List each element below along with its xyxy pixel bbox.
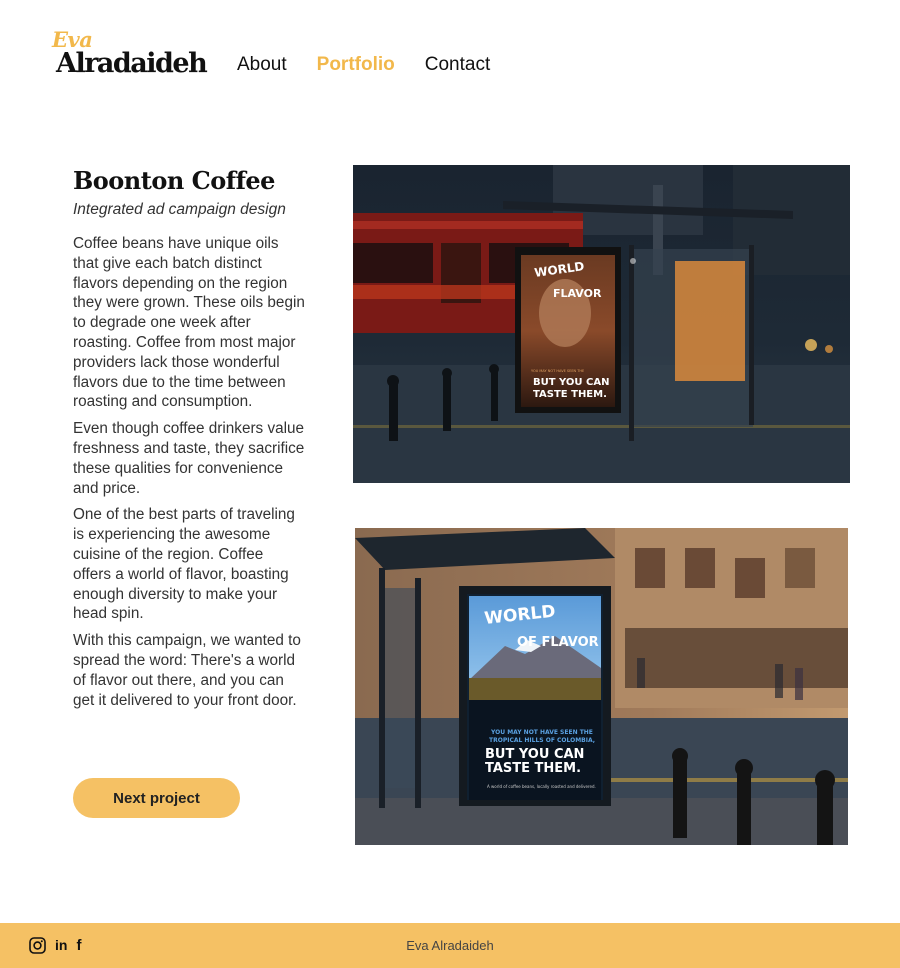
footer: in f Eva Alradaideh: [0, 923, 900, 968]
svg-text:BUT YOU CAN: BUT YOU CAN: [485, 747, 584, 762]
next-project-button[interactable]: Next project: [73, 778, 240, 818]
nav-about[interactable]: About: [237, 52, 287, 78]
project-description: Coffee beans have unique oils that give …: [73, 234, 305, 717]
description-paragraph: Coffee beans have unique oils that give …: [73, 235, 305, 411]
poster2-headline-2: OF FLAVOR: [517, 635, 599, 650]
project-subtitle: Integrated ad campaign design: [73, 201, 286, 218]
svg-text:A world of coffee beans, local: A world of coffee beans, locally roasted…: [487, 784, 596, 789]
svg-text:TROPICAL HILLS OF COLOMBIA,: TROPICAL HILLS OF COLOMBIA,: [489, 737, 595, 744]
logo-last-name: Alradaideh: [56, 48, 208, 79]
description-paragraph: With this campaign, we wanted to spread …: [73, 632, 301, 709]
svg-text:BUT YOU CAN: BUT YOU CAN: [533, 377, 609, 388]
poster1-subline: YOU MAY NOT HAVE SEEN THE: [531, 369, 584, 373]
footer-copyright: Eva Alradaideh: [406, 938, 494, 953]
bus-stop-night-photo: WORLD FLAVOR YOU MAY NOT HAVE SEEN THE B…: [353, 165, 850, 483]
logo[interactable]: Eva Alradaideh: [52, 28, 208, 84]
description-paragraph: Even though coffee drinkers value freshn…: [73, 420, 305, 497]
nav-portfolio[interactable]: Portfolio: [317, 52, 395, 78]
svg-text:FLAVOR: FLAVOR: [553, 287, 602, 300]
svg-text:YOU MAY NOT HAVE SEEN THE: YOU MAY NOT HAVE SEEN THE: [490, 729, 593, 736]
project-title: Boonton Coffee: [73, 166, 275, 195]
nav-contact[interactable]: Contact: [425, 52, 490, 78]
svg-text:TASTE THEM.: TASTE THEM.: [533, 389, 607, 400]
main-nav: About Portfolio Contact: [237, 52, 520, 78]
bus-stop-day-photo: WORLD OF FLAVOR YOU MAY NOT HAVE SEEN TH…: [355, 528, 848, 845]
description-paragraph: One of the best parts of traveling is ex…: [73, 506, 295, 623]
svg-text:TASTE THEM.: TASTE THEM.: [485, 761, 581, 776]
